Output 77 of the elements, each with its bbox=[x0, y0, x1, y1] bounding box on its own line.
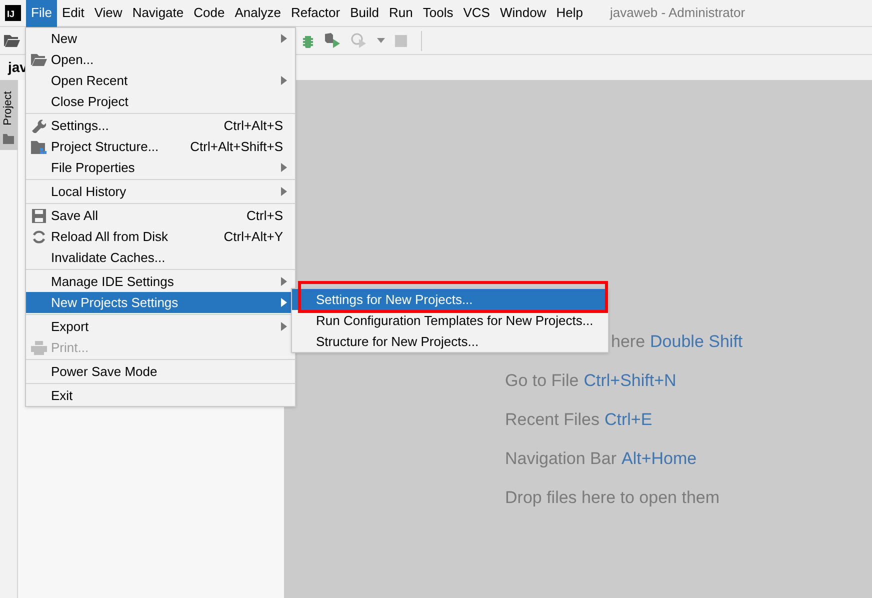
menu-bar-item[interactable]: Help bbox=[551, 0, 588, 26]
printer-icon bbox=[30, 340, 46, 354]
menu-bar-item[interactable]: Code bbox=[188, 0, 230, 26]
menu-item[interactable]: Save All Ctrl+S bbox=[26, 205, 295, 226]
menu-item[interactable]: Power Save Mode bbox=[26, 361, 295, 382]
menu-item-label: Export bbox=[51, 318, 90, 336]
hint-text: Navigation Bar bbox=[505, 448, 617, 469]
menu-bar-item[interactable]: Build bbox=[345, 0, 384, 26]
menu-item-label: Save All bbox=[51, 206, 99, 225]
menu-bar-item[interactable]: Run bbox=[384, 0, 418, 26]
submenu-item[interactable]: Settings for New Projects... bbox=[292, 289, 608, 310]
menu-item[interactable]: Close Project bbox=[26, 91, 295, 112]
hint-shortcut: Alt+Home bbox=[622, 448, 697, 469]
menu-item-label: Invalidate Caches... bbox=[51, 248, 166, 267]
dropdown-caret-icon[interactable] bbox=[377, 38, 385, 43]
menu-item-label: Local History bbox=[51, 182, 128, 201]
folder-icon bbox=[3, 134, 14, 144]
wrench-icon bbox=[31, 118, 46, 133]
structure-icon bbox=[30, 140, 46, 154]
shortcut-text: Ctrl+Alt+Shift+S bbox=[190, 138, 283, 156]
menu-item[interactable]: Local History bbox=[26, 181, 295, 202]
stop-icon[interactable] bbox=[395, 34, 407, 46]
menu-item[interactable]: Exit bbox=[26, 385, 295, 406]
reload-icon bbox=[32, 230, 46, 244]
debug-bug-icon[interactable] bbox=[301, 34, 315, 48]
hint-text: Recent Files bbox=[505, 409, 600, 430]
menu-item[interactable]: New bbox=[26, 28, 295, 49]
menu-item[interactable]: Invalidate Caches... bbox=[26, 247, 295, 268]
menu-bar-item[interactable]: Refactor bbox=[286, 0, 346, 26]
folder-icon bbox=[30, 53, 46, 66]
profiler-run-icon[interactable] bbox=[351, 33, 367, 48]
submenu-item[interactable]: Run Configuration Templates for New Projects... bbox=[292, 310, 608, 331]
submenu-item[interactable]: Structure for New Projects... bbox=[292, 331, 608, 352]
menu-item-label: Reload All from Disk bbox=[51, 228, 170, 246]
hint-text: Go to File bbox=[505, 370, 579, 391]
menu-item-label: Power Save Mode bbox=[51, 362, 158, 381]
project-side-tab[interactable]: Project bbox=[0, 80, 18, 150]
menu-bar-item[interactable]: Tools bbox=[418, 0, 458, 26]
menu-item-label: Settings... bbox=[51, 116, 110, 135]
hint-shortcut: Ctrl+E bbox=[604, 409, 652, 430]
hint-text: here bbox=[611, 331, 646, 352]
menu-item-label: Open Recent bbox=[51, 72, 129, 90]
menu-bar-item[interactable]: View bbox=[89, 0, 128, 26]
menu-bar-item[interactable]: Window bbox=[494, 0, 552, 26]
menu-item[interactable]: Open Recent bbox=[26, 70, 295, 91]
menu-item-label: Close Project bbox=[51, 92, 130, 111]
menu-item[interactable]: Project Structure... Ctrl+Alt+Shift+S bbox=[26, 136, 295, 157]
menu-item-label: Project Structure... bbox=[51, 138, 160, 156]
folder-icon bbox=[4, 34, 20, 47]
menu-item-label: File Properties bbox=[51, 158, 136, 177]
menu-bar-item[interactable]: VCS bbox=[458, 0, 495, 26]
app-logo: IJ bbox=[5, 5, 21, 21]
menu-bar-item[interactable]: File bbox=[26, 0, 57, 26]
menu-item-label: New bbox=[51, 30, 78, 48]
menu-item[interactable]: Export bbox=[26, 316, 295, 337]
menu-item-label: Manage IDE Settings bbox=[51, 272, 175, 291]
shortcut-text: Ctrl+Alt+Y bbox=[224, 228, 283, 246]
shortcut-text: Ctrl+Alt+S bbox=[224, 116, 283, 135]
menu-item[interactable]: Manage IDE Settings bbox=[26, 271, 295, 292]
menu-item[interactable]: File Properties bbox=[26, 157, 295, 178]
shortcut-text: Ctrl+S bbox=[246, 206, 283, 225]
save-icon bbox=[32, 208, 46, 222]
coverage-run-icon[interactable] bbox=[325, 33, 341, 48]
menu-item-label: Exit bbox=[51, 386, 74, 405]
menu-item-label: New Projects Settings bbox=[51, 294, 180, 312]
menu-item[interactable]: Open... bbox=[26, 49, 295, 70]
menu-item-label: Print... bbox=[51, 338, 90, 357]
hint-shortcut: Double Shift bbox=[650, 331, 743, 352]
menu-item[interactable]: Reload All from Disk Ctrl+Alt+Y bbox=[26, 226, 295, 247]
menu-bar-item[interactable]: Analyze bbox=[230, 0, 286, 26]
menu-item[interactable]: Settings... Ctrl+Alt+S bbox=[26, 115, 295, 136]
menu-item-label: Open... bbox=[51, 50, 95, 69]
menu-bar-item[interactable]: Navigate bbox=[127, 0, 189, 26]
hint-shortcut: Ctrl+Shift+N bbox=[584, 370, 676, 391]
menu-bar-item[interactable]: Edit bbox=[56, 0, 90, 26]
hint-text: Drop files here to open them bbox=[505, 487, 720, 508]
window-title: javaweb - Administrator bbox=[610, 4, 746, 22]
